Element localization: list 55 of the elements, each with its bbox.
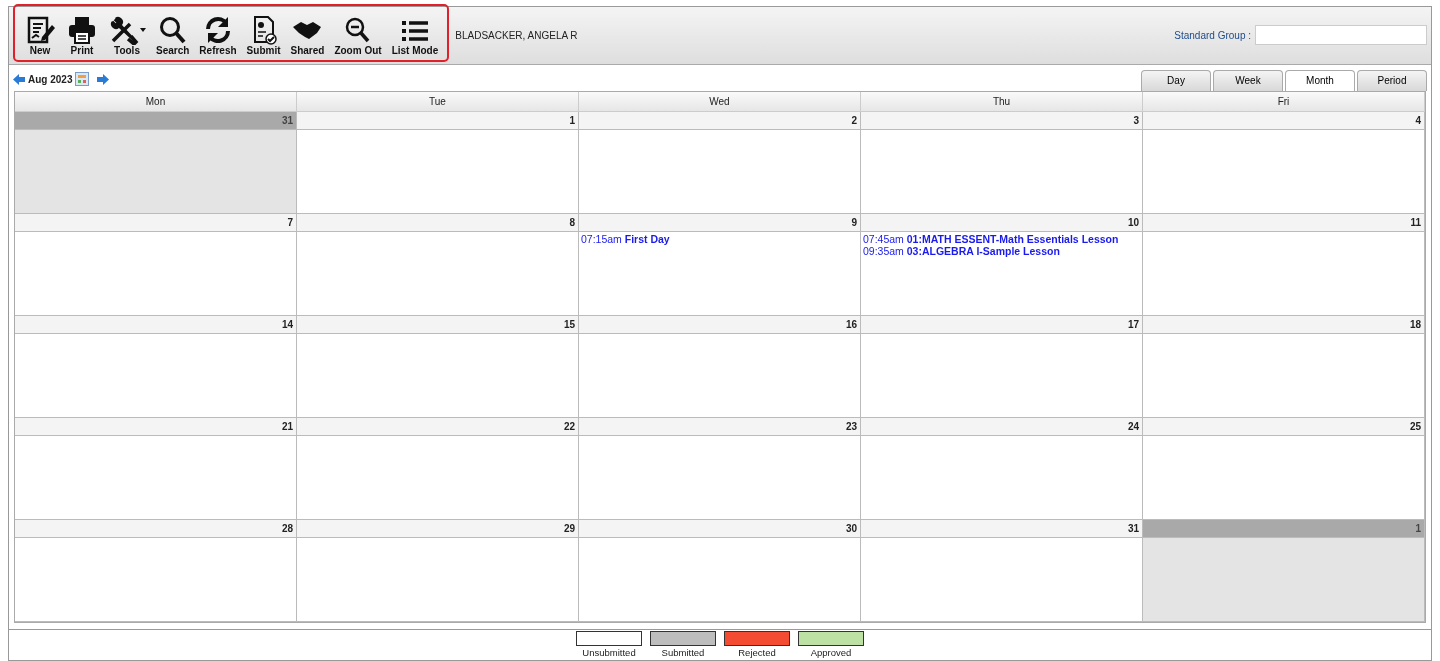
toolbar-button[interactable]: List Mode	[386, 15, 444, 57]
day-cell[interactable]: 4	[1143, 111, 1425, 214]
day-cell[interactable]: 11	[1143, 213, 1425, 316]
toolbar-button[interactable]: Zoom Out	[329, 15, 387, 57]
calendar-event[interactable]: 07:15am First Day	[581, 232, 858, 245]
legend-label: Rejected	[738, 645, 776, 660]
standard-group-field[interactable]	[1255, 25, 1427, 46]
day-cell[interactable]: 22	[297, 417, 579, 520]
toolbar-button[interactable]: New	[19, 15, 61, 57]
legend-label: Approved	[810, 645, 852, 660]
day-cell[interactable]: 17	[861, 315, 1143, 418]
day-cell[interactable]: 31	[861, 519, 1143, 622]
day-cell[interactable]: 30	[579, 519, 861, 622]
toolbar-button[interactable]: Print	[61, 15, 103, 57]
calendar-event[interactable]: 09:35am 03:ALGEBRA I-Sample Lesson	[863, 244, 1140, 257]
month-label: Aug 2023	[28, 72, 73, 87]
tools-icon	[108, 15, 140, 46]
day-cell[interactable]: 16	[579, 315, 861, 418]
weekday-header: Thu	[861, 91, 1143, 112]
day-cell[interactable]: 23	[579, 417, 861, 520]
weekday-header: Fri	[1143, 91, 1425, 112]
field-label: Standard Group :	[1174, 28, 1251, 43]
day-cell[interactable]: 1	[297, 111, 579, 214]
weekday-header: Wed	[579, 91, 861, 112]
weekday-header: Tue	[297, 91, 579, 112]
toolbar-button[interactable]: Shared	[285, 15, 330, 57]
toolbar-button[interactable]: Submit	[241, 15, 286, 57]
previous-arrow-icon[interactable]	[13, 73, 25, 85]
view-tab[interactable]: Week	[1213, 69, 1283, 91]
weekday-header: Mon	[15, 91, 297, 112]
day-cell[interactable]: 14	[15, 315, 297, 418]
day-cell[interactable]: 3	[861, 111, 1143, 214]
calendar-event[interactable]: 07:45am 01:MATH ESSENT-Math Essentials Lesson	[863, 232, 1140, 245]
day-cell[interactable]: 15	[297, 315, 579, 418]
toolbar-button[interactable]: Search	[151, 15, 195, 57]
next-arrow-icon[interactable]	[97, 73, 110, 85]
day-cell[interactable]: 18	[1143, 315, 1425, 418]
day-cell[interactable]: 7	[15, 213, 297, 316]
day-cell[interactable]: 8	[297, 213, 579, 316]
toolbar-button[interactable]: Refresh	[194, 15, 242, 57]
day-cell[interactable]: 24	[861, 417, 1143, 520]
user-name: BLADSACKER, ANGELA R	[455, 28, 578, 43]
legend-label: Submitted	[661, 645, 705, 660]
day-cell[interactable]: 28	[15, 519, 297, 622]
toolbar-button[interactable]: Tools	[103, 15, 151, 57]
view-tab[interactable]: Day	[1141, 69, 1211, 91]
day-cell[interactable]: 2	[579, 111, 861, 214]
day-cell[interactable]: 21	[15, 417, 297, 520]
day-cell[interactable]: 25	[1143, 417, 1425, 520]
legend-label: Unsubmitted	[582, 645, 636, 660]
day-cell[interactable]: 29	[297, 519, 579, 622]
printer-icon	[66, 15, 98, 46]
calendar-icon[interactable]	[75, 72, 90, 87]
view-tab[interactable]: Month	[1285, 69, 1355, 91]
view-tab[interactable]: Period	[1357, 69, 1427, 91]
